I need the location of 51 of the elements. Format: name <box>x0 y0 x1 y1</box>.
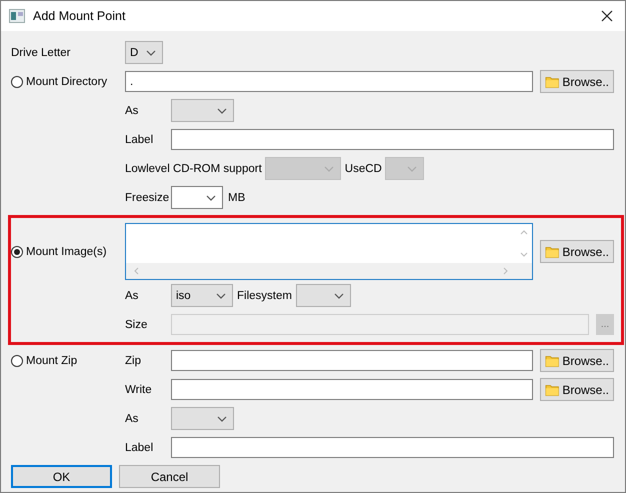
field-label: Freesize <box>125 192 170 204</box>
field-label: Label <box>125 134 154 146</box>
browse-button[interactable]: Browse.. <box>540 240 614 263</box>
dropdown[interactable]: iso <box>171 284 233 307</box>
dialog-button[interactable]: OK <box>11 465 112 488</box>
radio-label: Mount Image(s) <box>26 246 107 258</box>
browse-button[interactable]: Browse.. <box>540 349 614 372</box>
input-field[interactable] <box>171 129 614 150</box>
window-title: Add Mount Point <box>33 9 126 23</box>
list-box[interactable] <box>125 223 533 280</box>
chevron-down-icon <box>217 416 227 422</box>
close-icon[interactable] <box>601 10 613 22</box>
radio-button[interactable] <box>11 246 23 258</box>
field-label: UseCD <box>344 162 382 174</box>
dropdown[interactable] <box>171 186 223 209</box>
field-label: Write <box>125 384 153 396</box>
chevron-down-icon <box>334 292 344 298</box>
input-field[interactable] <box>171 350 533 371</box>
field-label: Size <box>125 318 148 330</box>
chevron-down-icon <box>216 292 226 298</box>
input-field[interactable] <box>171 379 533 400</box>
radio-button[interactable] <box>11 76 23 88</box>
folder-icon <box>545 244 560 258</box>
chevron-down-icon <box>406 166 417 172</box>
dropdown[interactable]: D <box>125 41 163 64</box>
chevron-down-icon <box>324 166 334 172</box>
field-label: As <box>125 412 140 424</box>
radio-label: Mount Directory <box>26 76 108 88</box>
folder-icon <box>545 354 560 368</box>
field-label: Lowlevel CD-ROM support <box>125 162 262 174</box>
browse-button[interactable]: Browse.. <box>540 378 614 401</box>
input-field[interactable]: . <box>125 71 533 92</box>
folder-icon <box>545 74 560 88</box>
radio-button[interactable] <box>11 354 23 366</box>
folder-icon <box>545 382 560 396</box>
scroll-bar[interactable] <box>126 263 532 279</box>
field-label: As <box>125 290 140 302</box>
field-label: Filesystem <box>237 290 292 302</box>
chevron-down-icon <box>217 108 227 114</box>
app-icon <box>9 9 25 23</box>
input-field[interactable] <box>171 437 614 458</box>
field-label: Drive Letter <box>11 46 72 58</box>
chevron-down-icon <box>206 194 216 200</box>
unit-label: MB <box>228 192 246 204</box>
chevron-down-icon <box>146 50 156 56</box>
radio-label: Mount Zip <box>26 354 78 366</box>
field-label: Zip <box>125 354 142 366</box>
field-label: As <box>125 104 140 116</box>
browse-button[interactable]: Browse.. <box>540 70 614 93</box>
dialog-button[interactable]: Cancel <box>119 465 220 488</box>
field-label: Label <box>125 442 154 454</box>
